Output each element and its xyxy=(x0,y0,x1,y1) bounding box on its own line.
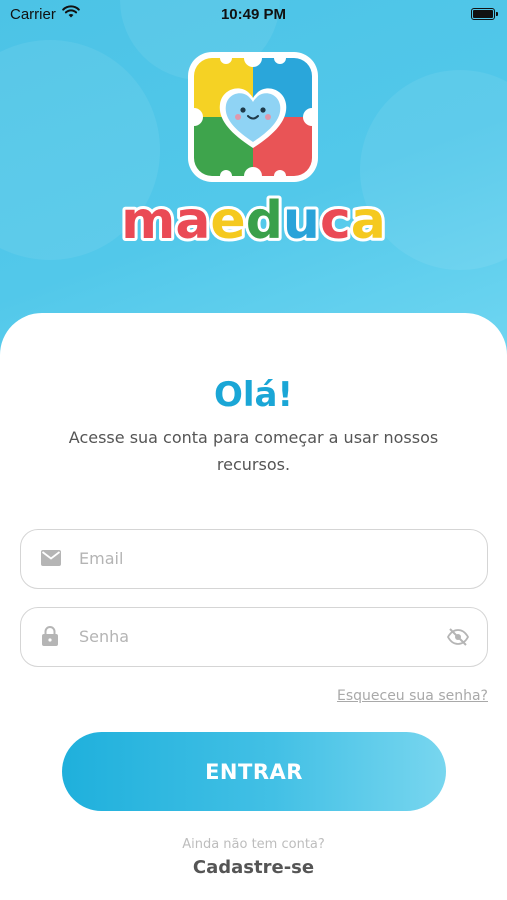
password-field[interactable] xyxy=(20,607,488,667)
status-bar: Carrier 10:49 PM xyxy=(0,0,507,30)
clock: 10:49 PM xyxy=(220,6,287,23)
eye-off-icon[interactable] xyxy=(446,628,470,650)
no-account-text: Ainda não tem conta? xyxy=(182,837,325,852)
login-button[interactable]: ENTRAR xyxy=(62,732,446,811)
forgot-password-link[interactable]: Esqueceu sua senha? xyxy=(337,688,488,704)
wordmark-letter: a xyxy=(351,191,386,251)
wordmark-letter: c xyxy=(320,191,351,251)
email-field[interactable] xyxy=(20,529,488,589)
greeting-title: Olá! xyxy=(213,375,293,415)
app-logo-icon xyxy=(185,49,321,185)
wordmark-letter: m xyxy=(121,191,175,251)
battery-icon xyxy=(471,8,498,20)
signup-link[interactable]: Cadastre-se xyxy=(0,857,507,878)
greeting-subtitle: Acesse sua conta para começar a usar nos… xyxy=(68,428,439,474)
password-input[interactable] xyxy=(79,608,419,665)
wordmark-letter: a xyxy=(175,191,210,251)
wordmark-letter: u xyxy=(283,191,320,251)
mail-icon xyxy=(41,550,61,570)
email-input[interactable] xyxy=(79,530,419,587)
wordmark-text: maeduca xyxy=(121,191,386,251)
wordmark-letter: e xyxy=(210,191,245,251)
brand-wordmark: maeduca xyxy=(0,188,507,254)
lock-icon xyxy=(42,626,58,650)
wordmark-letter: d xyxy=(246,191,283,251)
